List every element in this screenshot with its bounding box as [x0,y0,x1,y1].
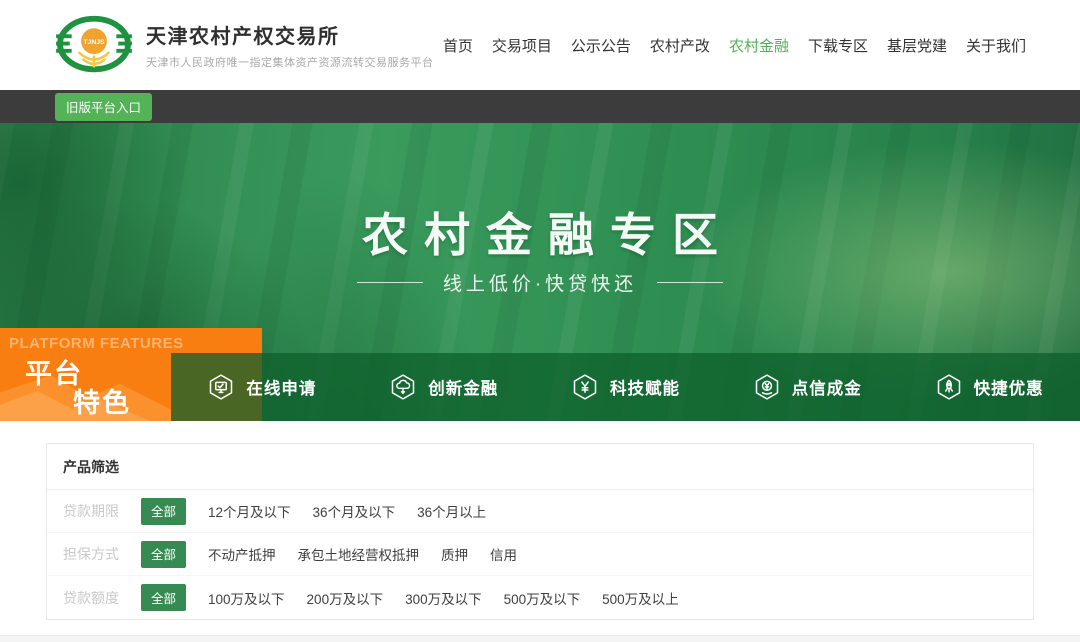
filter-label: 贷款额度 [63,588,141,608]
filter-option[interactable]: 100万及以下 [208,588,285,608]
filter-option[interactable]: 200万及以下 [307,588,384,608]
nav-item-party-building[interactable]: 基层党建 [887,35,947,56]
feature-label: 创新金融 [428,375,498,399]
filter-option[interactable]: 300万及以下 [405,588,482,608]
nav-item-about[interactable]: 关于我们 [966,35,1026,56]
main-nav: 首页 交易项目 公示公告 农村产改 农村金融 下载专区 基层党建 关于我们 [443,35,1026,56]
nav-item-rural-finance[interactable]: 农村金融 [729,35,789,56]
feature-credit-to-gold[interactable]: 点信成金 [716,353,898,421]
filter-label: 担保方式 [63,544,141,564]
feature-label: 快捷优惠 [974,375,1044,399]
features-title-line2: 特色 [73,381,131,420]
product-filter-card: 产品筛选 贷款期限 全部 12个月及以下 36个月及以下 36个月以上 担保方式… [46,443,1034,620]
feature-label: 在线申请 [246,375,316,399]
utility-bar: 旧版平台入口 [0,90,1080,123]
rocket-icon [935,373,963,401]
filter-all-button[interactable]: 全部 [141,584,186,611]
nav-item-notices[interactable]: 公示公告 [571,35,631,56]
filter-option[interactable]: 不动产抵押 [208,544,276,564]
site-subtitle: 天津市人民政府唯一指定集体资产资源流转交易服务平台 [146,54,434,70]
banner-subtitle: 线上低价·快贷快还 [443,269,637,296]
site-header: TJNJS 天津农村产权交易所 天津市人民政府唯一指定集体资产资源流转交易服务平… [0,0,1080,90]
feature-online-apply[interactable]: 在线申请 [171,353,353,421]
subtitle-left-line [357,282,423,283]
filter-option[interactable]: 500万及以下 [504,588,581,608]
nav-item-home[interactable]: 首页 [443,35,473,56]
filter-option[interactable]: 12个月及以下 [208,501,291,521]
footer-strip [0,635,1080,642]
hero-banner: 农村金融专区 线上低价·快贷快还 PLATFORM FEATURES 平台 特色… [0,123,1080,421]
cloud-finance-icon [389,373,417,401]
feature-label: 科技赋能 [610,375,680,399]
filter-option[interactable]: 信用 [490,544,517,564]
yen-hexagon-icon [571,373,599,401]
filter-option[interactable]: 承包土地经营权抵押 [298,544,420,564]
nav-item-projects[interactable]: 交易项目 [492,35,552,56]
filter-all-button[interactable]: 全部 [141,498,186,525]
nav-item-rural-reform[interactable]: 农村产改 [650,35,710,56]
filter-option[interactable]: 36个月及以下 [313,501,396,521]
filter-option[interactable]: 质押 [441,544,468,564]
feature-quick-discount[interactable]: 快捷优惠 [898,353,1080,421]
site-logo-icon: TJNJS [55,11,133,79]
filter-all-button[interactable]: 全部 [141,541,186,568]
banner-title: 农村金融专区 [0,199,1080,265]
banner-subtitle-row: 线上低价·快贷快还 [0,269,1080,296]
site-title-block: 天津农村产权交易所 天津市人民政府唯一指定集体资产资源流转交易服务平台 [146,20,434,70]
platform-features-eyebrow: PLATFORM FEATURES [9,335,184,352]
filter-card-title: 产品筛选 [47,444,1033,490]
filter-row-guarantee-type: 担保方式 全部 不动产抵押 承包土地经营权抵押 质押 信用 [47,533,1033,576]
feature-bar: 在线申请 创新金融 科技赋能 点信成金 [171,353,1080,421]
filter-label: 贷款期限 [63,501,141,521]
site-title: 天津农村产权交易所 [146,20,434,49]
filter-row-loan-amount: 贷款额度 全部 100万及以下 200万及以下 300万及以下 500万及以下 … [47,576,1033,619]
logo-text: TJNJS [83,39,105,46]
feature-label: 点信成金 [792,375,862,399]
main-content: 产品筛选 贷款期限 全部 12个月及以下 36个月及以下 36个月以上 担保方式… [0,421,1080,642]
feature-tech-empowerment[interactable]: 科技赋能 [535,353,717,421]
old-platform-button[interactable]: 旧版平台入口 [55,93,152,121]
feature-innovative-finance[interactable]: 创新金融 [353,353,535,421]
monitor-check-icon [207,373,235,401]
nav-item-downloads[interactable]: 下载专区 [808,35,868,56]
filter-option[interactable]: 500万及以上 [602,588,679,608]
filter-row-loan-term: 贷款期限 全部 12个月及以下 36个月及以下 36个月以上 [47,490,1033,533]
filter-option[interactable]: 36个月以上 [417,501,486,521]
subtitle-right-line [657,282,723,283]
coin-credit-icon [753,373,781,401]
